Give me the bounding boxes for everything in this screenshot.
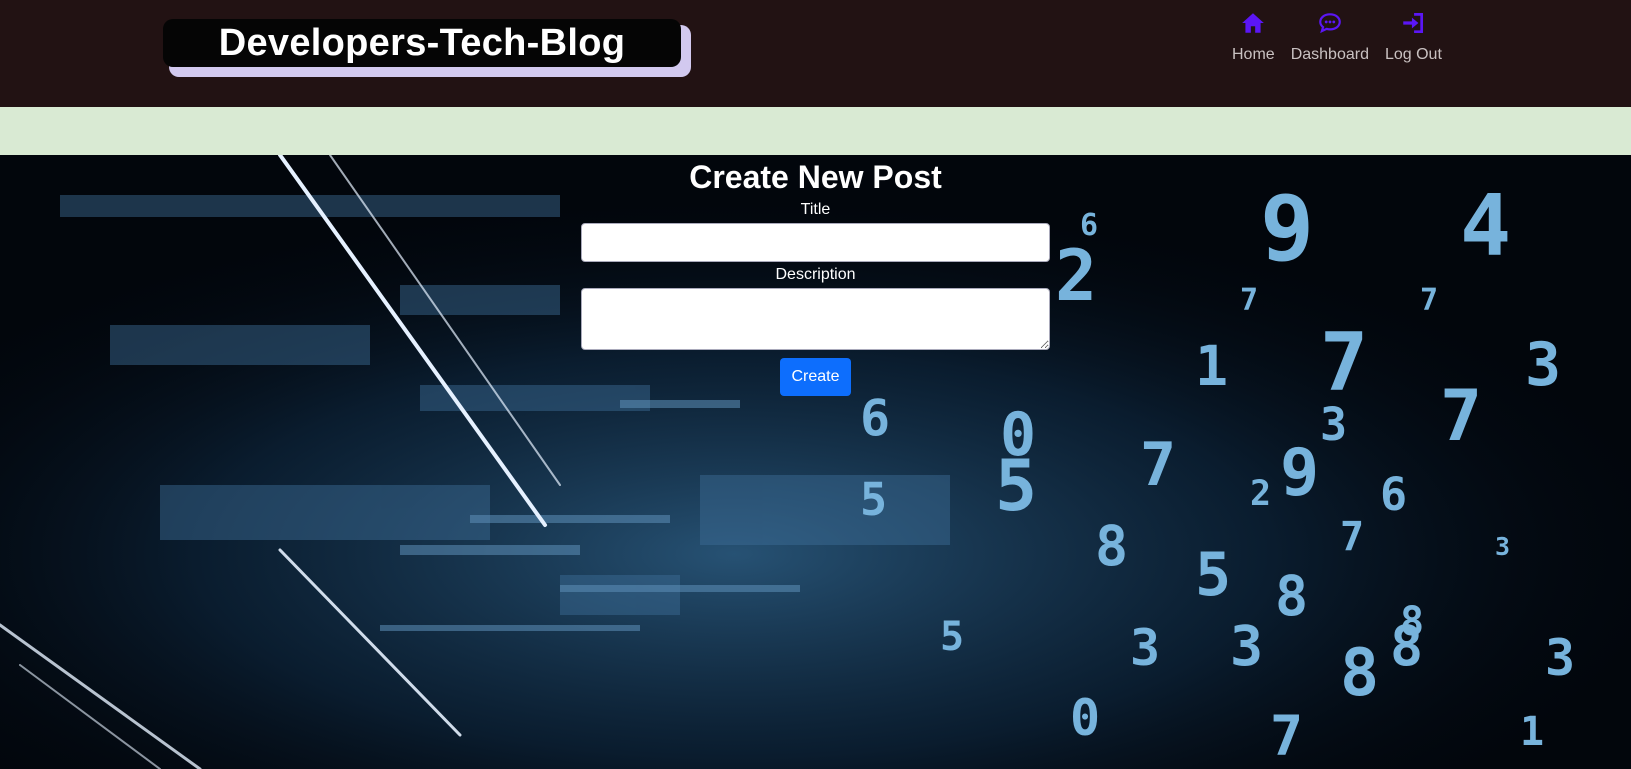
svg-text:6: 6 <box>860 389 890 447</box>
svg-text:5: 5 <box>1195 540 1231 610</box>
title-label: Title <box>800 201 831 218</box>
site-header: Developers-Tech-Blog Home Dashboard Log … <box>0 0 1631 107</box>
create-button[interactable]: Create <box>780 358 851 396</box>
nav-home[interactable]: Home <box>1232 10 1275 64</box>
nav-dashboard-label: Dashboard <box>1290 46 1369 63</box>
svg-text:8: 8 <box>1095 514 1128 578</box>
sign-in-icon <box>1403 12 1424 34</box>
main-nav: Home Dashboard Log Out <box>1232 10 1458 64</box>
svg-text:0: 0 <box>1070 689 1100 747</box>
nav-dashboard[interactable]: Dashboard <box>1291 10 1369 64</box>
brand-title[interactable]: Developers-Tech-Blog <box>163 19 681 67</box>
banner-strip <box>0 107 1631 155</box>
svg-text:5: 5 <box>995 445 1037 527</box>
svg-text:3: 3 <box>1545 629 1575 687</box>
svg-text:7: 7 <box>1270 704 1303 768</box>
svg-text:5: 5 <box>940 614 964 660</box>
svg-text:5: 5 <box>860 473 887 526</box>
svg-text:8: 8 <box>1275 564 1308 628</box>
description-textarea[interactable] <box>581 288 1050 350</box>
page-title: Create New Post <box>689 159 942 195</box>
create-post-form: Create New Post Title Description Create <box>0 155 1631 396</box>
nav-logout[interactable]: Log Out <box>1385 10 1442 64</box>
svg-text:1: 1 <box>1520 709 1544 755</box>
svg-text:9: 9 <box>1280 436 1319 511</box>
svg-text:2: 2 <box>1250 474 1271 514</box>
title-input[interactable] <box>581 223 1050 262</box>
svg-text:3: 3 <box>1320 398 1347 451</box>
nav-logout-label: Log Out <box>1384 46 1442 63</box>
svg-text:7: 7 <box>1140 430 1176 500</box>
brand-logo[interactable]: Developers-Tech-Blog <box>163 19 691 77</box>
main-content: 9 4 2 1 7 3 7 0 5 7 9 3 6 8 5 8 7 2 8 8 … <box>0 155 1631 769</box>
home-icon <box>1242 13 1265 33</box>
svg-text:6: 6 <box>1380 468 1407 521</box>
svg-text:8: 8 <box>1340 636 1379 711</box>
nav-home-label: Home <box>1232 46 1275 63</box>
description-label: Description <box>775 266 856 283</box>
svg-text:3: 3 <box>1130 619 1160 677</box>
svg-text:7: 7 <box>1340 514 1364 560</box>
svg-text:3: 3 <box>1230 614 1263 678</box>
svg-text:3: 3 <box>1495 532 1510 561</box>
svg-text:8: 8 <box>1400 599 1424 645</box>
chat-icon <box>1318 13 1341 34</box>
